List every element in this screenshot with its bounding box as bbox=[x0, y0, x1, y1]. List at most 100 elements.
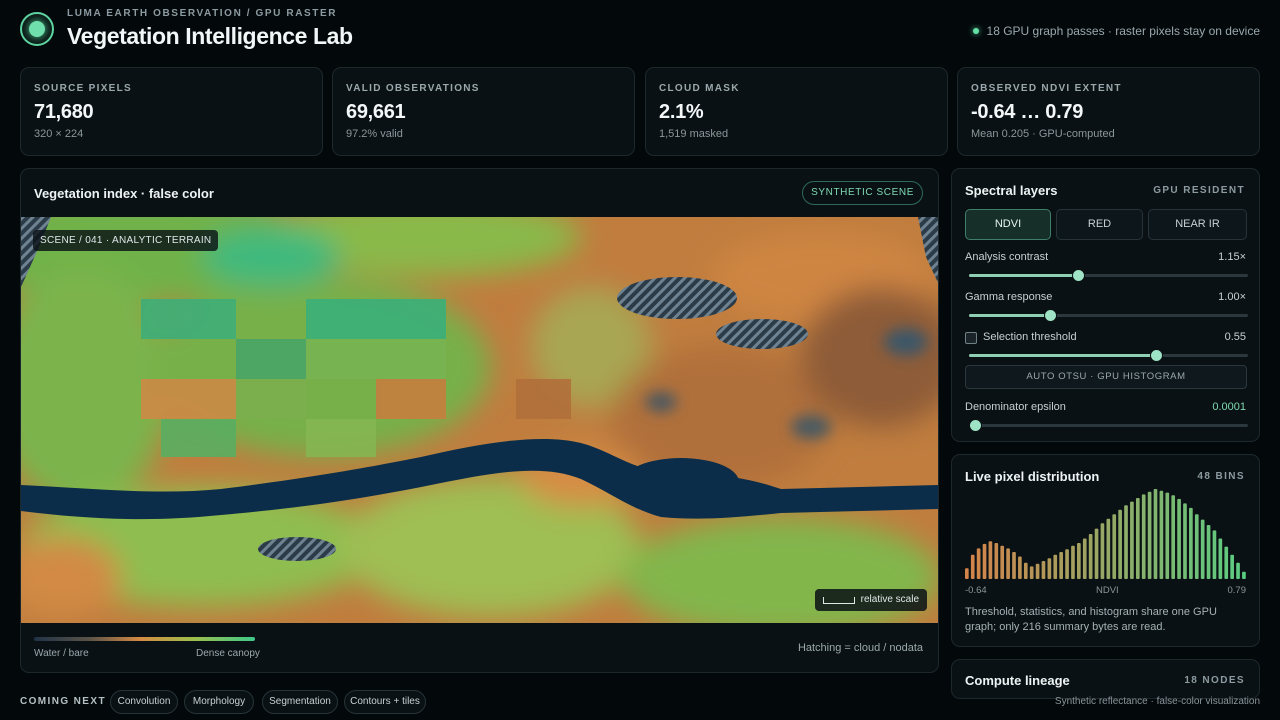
stat-sub: 1,519 masked bbox=[659, 128, 729, 140]
distribution-title: Live pixel distribution bbox=[965, 469, 1100, 484]
histogram-bar bbox=[1023, 562, 1028, 579]
histogram-bar bbox=[988, 541, 993, 579]
threshold-label: Selection threshold bbox=[983, 331, 1077, 343]
footer: COMING NEXT Convolution Morphology Segme… bbox=[20, 690, 1260, 714]
histogram-note: Threshold, statistics, and histogram sha… bbox=[965, 606, 1217, 633]
histogram-bar bbox=[1082, 538, 1087, 579]
histogram-bar bbox=[1130, 501, 1134, 579]
map-title: Vegetation index · false color bbox=[34, 186, 214, 201]
histogram-bar bbox=[1118, 509, 1122, 579]
ndvi-raster-svg bbox=[21, 217, 938, 623]
histogram-bar bbox=[1212, 530, 1217, 579]
histogram-bar bbox=[1018, 556, 1022, 579]
scale-bar-icon bbox=[822, 596, 855, 604]
stat-label: CLOUD MASK bbox=[659, 83, 740, 94]
epsilon-slider-handle[interactable] bbox=[969, 419, 982, 432]
histogram-max-label: 0.79 bbox=[1227, 585, 1247, 596]
histogram-bar bbox=[1029, 566, 1034, 579]
synthetic-scene-badge[interactable]: SYNTHETIC SCENE bbox=[802, 181, 923, 205]
gamma-slider[interactable] bbox=[969, 309, 1248, 322]
threshold-slider-handle[interactable] bbox=[1150, 349, 1163, 362]
tab-near-ir[interactable]: NEAR IR bbox=[1148, 209, 1247, 240]
scene-tag: SCENE / 041 · ANALYTIC TERRAIN bbox=[33, 230, 219, 251]
pixel-distribution-panel: Live pixel distribution 48 BINS -0.64 ND… bbox=[951, 454, 1260, 647]
footnote: Synthetic reflectance · false-color visu… bbox=[1054, 696, 1260, 707]
contrast-value: 1.15× bbox=[1218, 251, 1246, 263]
coming-next-label: COMING NEXT bbox=[20, 696, 106, 707]
histogram-bar bbox=[1189, 507, 1193, 579]
histogram-bar bbox=[1035, 563, 1040, 579]
histogram-bar bbox=[1206, 525, 1211, 579]
stat-sub: 97.2% valid bbox=[346, 128, 403, 140]
stat-label: VALID OBSERVATIONS bbox=[346, 83, 480, 94]
vegetation-map-panel: Vegetation index · false color SYNTHETIC… bbox=[20, 168, 939, 673]
stat-value: -0.64 … 0.79 bbox=[971, 101, 1084, 123]
app-header: LUMA EARTH OBSERVATION / GPU RASTER Vege… bbox=[20, 8, 1260, 58]
ndvi-raster-view[interactable]: SCENE / 041 · ANALYTIC TERRAIN relative … bbox=[21, 217, 938, 623]
histogram-bar bbox=[1147, 491, 1152, 579]
stat-sub: 320 × 224 bbox=[34, 128, 84, 140]
histogram-bar bbox=[976, 548, 981, 579]
tab-ndvi[interactable]: NDVI bbox=[965, 209, 1051, 240]
gamma-slider-fill bbox=[969, 314, 1050, 317]
contrast-label: Analysis contrast bbox=[965, 251, 1049, 263]
histogram-bar bbox=[1177, 498, 1181, 579]
auto-otsu-button[interactable]: AUTO OTSU · GPU HISTOGRAM bbox=[965, 365, 1247, 389]
histogram-bar bbox=[1053, 554, 1058, 579]
app-eyebrow: LUMA EARTH OBSERVATION / GPU RASTER bbox=[67, 8, 338, 19]
histogram-bar bbox=[1230, 554, 1234, 579]
app-title: Vegetation Intelligence Lab bbox=[67, 23, 353, 49]
histogram-bar bbox=[1153, 489, 1158, 579]
histogram-bar bbox=[1006, 548, 1010, 579]
stat-sub: Mean 0.205 · GPU-computed bbox=[971, 128, 1115, 140]
histogram-bar bbox=[1094, 528, 1099, 579]
gamma-label: Gamma response bbox=[965, 291, 1053, 303]
layers-title: Spectral layers bbox=[965, 183, 1058, 198]
histogram-bar bbox=[1041, 561, 1046, 579]
histogram-bar bbox=[1236, 562, 1240, 579]
chip-contours-tiles[interactable]: Contours + tiles bbox=[344, 690, 426, 714]
ndvi-color-ramp bbox=[34, 637, 255, 641]
contrast-slider[interactable] bbox=[969, 269, 1248, 282]
histogram-bar bbox=[970, 554, 975, 579]
histogram-bar bbox=[1159, 490, 1164, 579]
stat-valid-observations: VALID OBSERVATIONS 69,661 97.2% valid bbox=[332, 67, 635, 156]
histogram-bar bbox=[1100, 523, 1105, 579]
ndvi-histogram bbox=[965, 489, 1246, 579]
app-logo bbox=[20, 12, 54, 46]
contrast-slider-fill bbox=[969, 274, 1078, 277]
chip-segmentation[interactable]: Segmentation bbox=[262, 690, 338, 714]
status-dot-icon bbox=[972, 28, 979, 34]
histogram-axis-label: NDVI bbox=[1096, 585, 1119, 596]
histogram-bar bbox=[1000, 545, 1005, 579]
lineage-title: Compute lineage bbox=[965, 673, 1070, 688]
gpu-resident-tag: GPU RESIDENT bbox=[1153, 185, 1245, 196]
tab-red[interactable]: RED bbox=[1056, 209, 1143, 240]
contrast-slider-handle[interactable] bbox=[1072, 269, 1085, 282]
hatching-note: Hatching = cloud / nodata bbox=[797, 642, 923, 654]
gamma-value: 1.00× bbox=[1218, 291, 1246, 303]
histogram-bar bbox=[1059, 552, 1063, 579]
threshold-slider[interactable] bbox=[969, 349, 1248, 362]
stat-value: 69,661 bbox=[346, 101, 406, 123]
legend-high-label: Dense canopy bbox=[196, 648, 260, 659]
chip-morphology[interactable]: Morphology bbox=[184, 690, 254, 714]
histogram-bar bbox=[1165, 492, 1170, 579]
gamma-slider-handle[interactable] bbox=[1044, 309, 1057, 322]
histogram-bar bbox=[1065, 549, 1069, 579]
histogram-bar bbox=[1135, 498, 1140, 579]
histogram-bar bbox=[1077, 543, 1081, 579]
stat-cloud-mask: CLOUD MASK 2.1% 1,519 masked bbox=[645, 67, 948, 156]
stat-label: OBSERVED NDVI EXTENT bbox=[971, 83, 1122, 94]
gpu-status: 18 GPU graph passes · raster pixels stay… bbox=[972, 24, 1260, 38]
histogram-bar bbox=[965, 568, 969, 579]
epsilon-value: 0.0001 bbox=[1212, 401, 1246, 413]
chip-convolution[interactable]: Convolution bbox=[110, 690, 178, 714]
threshold-checkbox[interactable] bbox=[965, 332, 977, 344]
epsilon-slider[interactable] bbox=[969, 419, 1248, 432]
nodes-tag: 18 NODES bbox=[1184, 675, 1245, 686]
stat-ndvi-extent: OBSERVED NDVI EXTENT -0.64 … 0.79 Mean 0… bbox=[957, 67, 1260, 156]
gpu-status-text: 18 GPU graph passes · raster pixels stay… bbox=[986, 24, 1260, 38]
histogram-bar bbox=[1047, 558, 1052, 579]
histogram-bar bbox=[1124, 505, 1128, 579]
